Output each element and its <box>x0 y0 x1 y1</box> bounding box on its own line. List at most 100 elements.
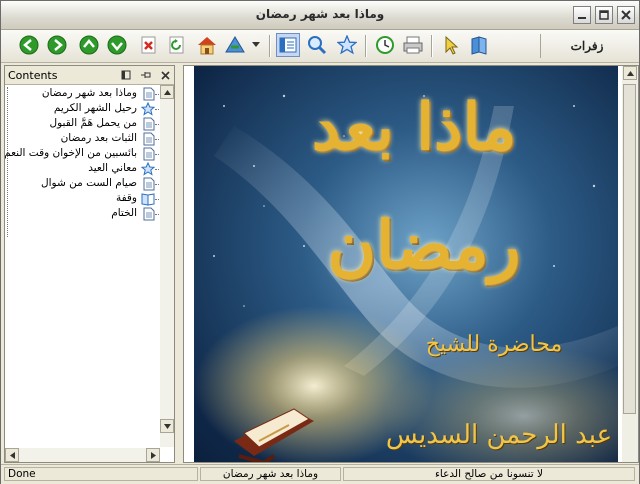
stop-icon <box>141 36 156 54</box>
star-icon <box>140 161 156 176</box>
home-button[interactable] <box>195 33 219 57</box>
tree-item-label: رحيل الشهر الكريم <box>53 102 137 114</box>
up-icon <box>79 35 99 55</box>
tree-item[interactable]: صيام الست من شوال <box>11 177 162 191</box>
tree-item[interactable]: وماذا بعد شهر رمضان <box>11 87 162 101</box>
app-logo: زفرات <box>540 34 633 58</box>
page-icon <box>141 87 155 101</box>
close-button[interactable] <box>617 6 635 24</box>
toolbar-separator <box>431 35 433 57</box>
maximize-icon <box>599 10 609 20</box>
tree-item-label: معاني العيد <box>88 162 137 174</box>
tree-item[interactable]: معاني العيد <box>11 161 162 176</box>
contents-panel: Contents وماذا بعد شهر رمضان رحيل الشهر ا… <box>4 65 175 463</box>
page-icon <box>141 177 155 191</box>
sync-dropdown[interactable] <box>249 33 263 57</box>
status-bar: Done وماذا بعد شهر رمضان لا تنسونا من صا… <box>1 464 639 484</box>
close-icon <box>621 10 631 20</box>
history-button[interactable] <box>373 33 397 57</box>
sync-button[interactable] <box>223 33 247 57</box>
book-icon <box>471 36 487 55</box>
refresh-button[interactable] <box>165 33 189 57</box>
cover-lecture-label: محاضرة للشيخ <box>425 332 563 357</box>
minimize-button[interactable] <box>573 6 591 24</box>
search-button[interactable] <box>305 33 329 57</box>
content-scroll-up-button[interactable] <box>623 66 637 80</box>
arrow-up-icon <box>626 70 634 76</box>
status-topic: وماذا بعد شهر رمضان <box>200 467 341 481</box>
contents-panel-title: Contents <box>8 69 58 82</box>
content-vertical-scrollbar[interactable] <box>622 66 638 462</box>
previous-topic-button[interactable] <box>77 33 101 57</box>
tree-item[interactable]: من يحمل هَمَّ القبول <box>11 117 162 131</box>
page-icon <box>141 207 155 221</box>
refresh-icon <box>169 36 184 54</box>
pointer-button[interactable] <box>439 33 463 57</box>
status-message: لا تنسونا من صالح الدعاء <box>343 467 635 481</box>
arrow-down-icon <box>163 423 171 429</box>
app-window: وماذا بعد شهر رمضان زفرات Contents وماذا… <box>0 0 640 484</box>
favorites-icon <box>337 35 357 55</box>
page-icon <box>141 147 155 161</box>
maximize-button[interactable] <box>595 6 613 24</box>
cover-author-name: عبد الرحمن السديس <box>385 420 613 450</box>
content-scroll-thumb[interactable] <box>623 84 636 414</box>
contents-pane-button[interactable] <box>276 33 300 57</box>
tree-item[interactable]: رحيل الشهر الكريم <box>11 101 162 116</box>
panel-float-button[interactable] <box>119 68 133 82</box>
arrow-left-icon <box>9 451 15 459</box>
pointer-icon <box>445 35 459 55</box>
chevron-down-icon <box>252 42 260 47</box>
tree-item-label: من يحمل هَمَّ القبول <box>49 117 137 129</box>
scroll-up-button[interactable] <box>160 85 174 99</box>
scroll-right-button[interactable] <box>146 448 160 462</box>
contents-vertical-scrollbar[interactable] <box>160 85 174 447</box>
cover-title-line2: رمضان <box>327 206 521 284</box>
back-button[interactable] <box>17 33 41 57</box>
book-button[interactable] <box>467 33 491 57</box>
page-icon <box>141 132 155 146</box>
tree-item[interactable]: وقفة <box>11 192 162 206</box>
minimize-icon <box>578 17 586 19</box>
print-button[interactable] <box>401 33 425 57</box>
toolbar-separator <box>269 35 271 57</box>
window-icon <box>121 70 131 80</box>
content-pane: ماذا بعد رمضان محاضرة للشيخ عبد الرحمن ا… <box>183 65 639 463</box>
scroll-left-button[interactable] <box>5 448 19 462</box>
next-topic-button[interactable] <box>105 33 129 57</box>
tree-item[interactable]: بائسبين من الإخوان وقت النعم <box>5 147 162 161</box>
panel-close-button[interactable] <box>158 68 172 82</box>
window-title: وماذا بعد شهر رمضان <box>255 7 385 21</box>
contents-pane-icon <box>279 37 297 53</box>
history-icon <box>376 36 394 54</box>
status-left: Done <box>4 467 198 481</box>
search-icon <box>308 36 327 55</box>
arrow-right-icon <box>150 451 156 459</box>
favorites-button[interactable] <box>335 33 359 57</box>
toolbar: زفرات <box>1 30 639 63</box>
tree-item-label: بائسبين من الإخوان وقت النعم <box>5 147 137 159</box>
tree-connector <box>7 87 8 237</box>
contents-horizontal-scrollbar[interactable] <box>5 448 160 462</box>
forward-button[interactable] <box>45 33 69 57</box>
tree-item[interactable]: الختام <box>11 207 162 221</box>
tree-item-label: وماذا بعد شهر رمضان <box>41 87 137 99</box>
forward-icon <box>47 35 67 55</box>
print-icon <box>403 36 423 54</box>
star-icon <box>140 101 156 116</box>
tree-item[interactable]: الثبات بعد رمضان <box>11 132 162 146</box>
cover-title-line1: ماذا بعد <box>311 90 517 165</box>
page-icon <box>141 117 155 131</box>
tree-item-label: وقفة <box>115 192 137 204</box>
tree-item-label: الثبات بعد رمضان <box>60 132 137 144</box>
stop-button[interactable] <box>137 33 161 57</box>
panel-pin-button[interactable] <box>139 68 153 82</box>
contents-tree: وماذا بعد شهر رمضان رحيل الشهر الكريم من ي… <box>5 85 162 443</box>
cover-artwork: ماذا بعد رمضان محاضرة للشيخ عبد الرحمن ا… <box>194 66 618 462</box>
down-icon <box>107 35 127 55</box>
arrow-up-icon <box>163 89 171 95</box>
scroll-down-button[interactable] <box>160 419 174 433</box>
close-icon <box>160 70 170 80</box>
sync-icon <box>225 36 245 53</box>
title-bar[interactable]: وماذا بعد شهر رمضان <box>1 1 639 30</box>
